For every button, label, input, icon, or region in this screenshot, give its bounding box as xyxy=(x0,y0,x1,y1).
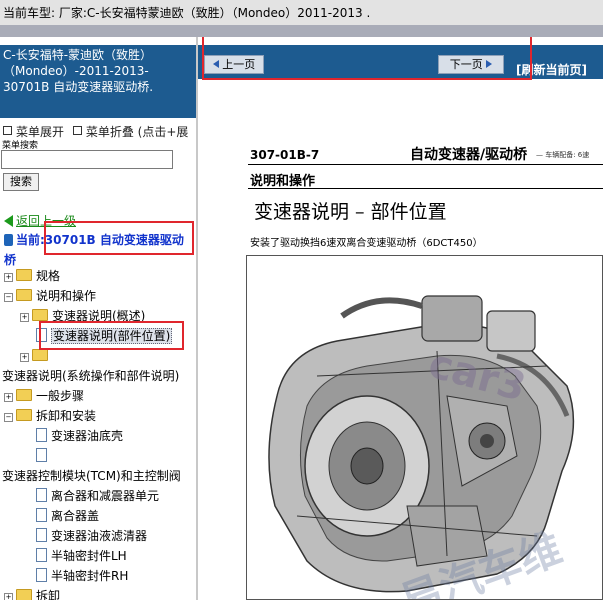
figure-caption: 安装了驱动换挡6速双离合变速驱动桥（6DCT450） xyxy=(250,238,483,249)
search-button[interactable]: 搜索 xyxy=(3,173,39,191)
folder-icon xyxy=(16,589,32,600)
document-icon xyxy=(36,448,47,462)
collapse-icon xyxy=(72,126,82,135)
expand-plus-icon[interactable]: + xyxy=(20,353,29,362)
folder-icon xyxy=(16,269,32,281)
tree-item-removal[interactable]: + 拆卸 xyxy=(4,586,60,600)
current-highlight-box xyxy=(44,221,194,255)
vehicle-info-bar: 当前车型: 厂家:C-长安福特蒙迪欧（致胜）（Mondeo）2011-2013 … xyxy=(0,0,603,25)
folder-icon xyxy=(32,309,48,321)
tree-item-document[interactable] xyxy=(36,446,51,466)
tree-item-seal-lh[interactable]: 半轴密封件LH xyxy=(36,546,127,566)
back-arrow-icon xyxy=(4,215,13,227)
document-icon xyxy=(36,528,47,542)
tree-item-label: 一般步骤 xyxy=(36,389,85,403)
vehicle-info-text: 当前车型: 厂家:C-长安福特蒙迪欧（致胜）（Mondeo）2011-2013 … xyxy=(3,6,371,20)
tree-item-label: 规格 xyxy=(36,269,61,283)
folder-open-icon xyxy=(16,409,32,421)
tree-item-label: 变速器油液滤清器 xyxy=(51,529,148,543)
doc-code: 307-01B-7 xyxy=(250,148,320,162)
tree-item-fluid-filter[interactable]: 变速器油液滤清器 xyxy=(36,526,147,546)
tree-item-label: 变速器油底壳 xyxy=(51,429,124,443)
doc-title: 自动变速器/驱动桥 xyxy=(410,147,528,163)
document-icon xyxy=(36,508,47,522)
search-input[interactable] xyxy=(1,150,173,169)
tree-item-clutch-damper[interactable]: 离合器和减震器单元 xyxy=(36,486,159,506)
frame-separator xyxy=(0,25,603,37)
section-title: 说明和操作 xyxy=(250,174,316,189)
menu-expand-link[interactable]: 菜单展开 xyxy=(16,125,64,139)
tree-item-tcm[interactable]: 变速器控制模块(TCM)和主控制阀 xyxy=(2,466,181,486)
folder-icon xyxy=(16,389,32,401)
left-menu-pane[interactable]: C-长安福特-蒙迪欧（致胜）（Mondeo）-2011-2013- 30701B… xyxy=(0,37,198,600)
folder-icon xyxy=(32,349,48,361)
tree-item-removal-install[interactable]: − 拆卸和安装 xyxy=(4,406,96,426)
folder-open-icon xyxy=(16,289,32,301)
tree-item-label: 离合器盖 xyxy=(51,509,100,523)
content-pane: 上一页 下一页 [刷新当前页] 307-01B-7 自动变速器/驱动桥 — 车辆… xyxy=(198,37,603,600)
document-icon xyxy=(36,428,47,442)
expand-plus-icon[interactable]: + xyxy=(4,273,13,282)
tree-item-label: 拆卸和安装 xyxy=(36,409,97,423)
doc-rule xyxy=(248,164,603,165)
tree-item-clutch-cover[interactable]: 离合器盖 xyxy=(36,506,99,526)
tree-item-description[interactable]: − 说明和操作 xyxy=(4,286,96,306)
menu-header: C-长安福特-蒙迪欧（致胜）（Mondeo）-2011-2013- 30701B… xyxy=(0,45,196,118)
tree-item-label: 说明和操作 xyxy=(36,289,97,303)
tree-item-label: 离合器和减震器单元 xyxy=(51,489,160,503)
tree-item-general-procedures[interactable]: + 一般步骤 xyxy=(4,386,84,406)
menu-collapse-link[interactable]: 菜单折叠 (点击+展 xyxy=(86,125,189,139)
tree-item-label: 变速器控制模块(TCM)和主控制阀 xyxy=(2,469,181,483)
tree-item-label: 半轴密封件LH xyxy=(51,549,127,563)
nav-highlight-box xyxy=(202,37,532,80)
section-rule xyxy=(248,188,603,189)
book-icon xyxy=(4,234,13,246)
expand-plus-icon[interactable]: + xyxy=(20,313,29,322)
expand-icon xyxy=(3,126,12,135)
document-icon xyxy=(36,548,47,562)
collapse-minus-icon[interactable]: − xyxy=(4,293,13,302)
document-icon xyxy=(36,568,47,582)
document-icon xyxy=(36,488,47,502)
expand-plus-icon[interactable]: + xyxy=(4,593,13,600)
page-heading: 变速器说明 – 部件位置 xyxy=(254,201,447,223)
transmission-illustration: car3 易汽车维 xyxy=(246,255,603,600)
transmission-drawing: car3 易汽车维 xyxy=(247,256,602,599)
expand-plus-icon[interactable]: + xyxy=(4,393,13,402)
tree-item-label: 拆卸 xyxy=(36,589,61,600)
tree-item-seal-rh[interactable]: 半轴密封件RH xyxy=(36,566,128,586)
tree-item-specs[interactable]: + 规格 xyxy=(4,266,60,286)
doc-subtitle: — 车辆配备: 6速 xyxy=(536,151,590,159)
tree-item-label: 变速器说明(系统操作和部件说明) xyxy=(2,369,180,383)
tree-item-system-operation[interactable]: 变速器说明(系统操作和部件说明) xyxy=(2,366,179,386)
collapse-minus-icon[interactable]: − xyxy=(4,413,13,422)
tree-item-oil-pan[interactable]: 变速器油底壳 xyxy=(36,426,123,446)
tree-item-label: 半轴密封件RH xyxy=(51,569,129,583)
selected-highlight-box xyxy=(39,321,184,350)
